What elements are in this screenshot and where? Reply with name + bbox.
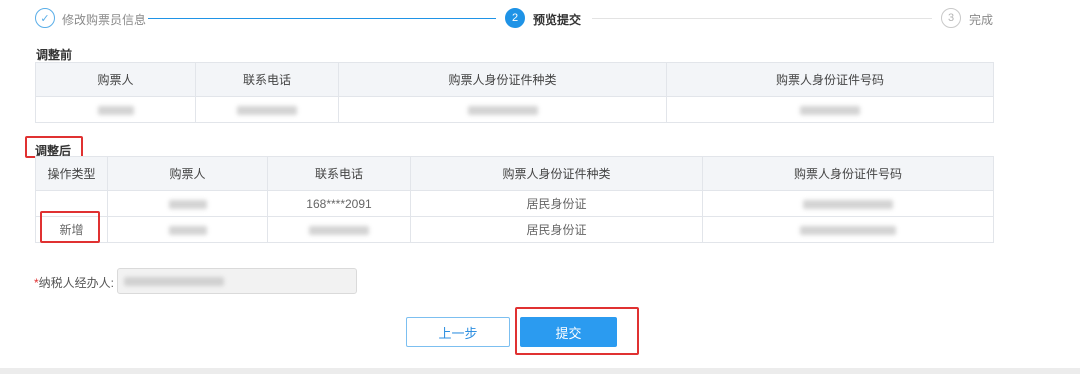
cell-phone-redacted (267, 216, 411, 243)
col-buyer: 购票人 (35, 62, 196, 97)
agent-label: *纳税人经办人: (34, 274, 114, 291)
cell-id-type: 居民身份证 (410, 190, 703, 217)
col-id-type: 购票人身份证件种类 (338, 62, 667, 97)
step-3-number: 3 (941, 8, 961, 28)
cell-buyer-redacted (107, 190, 268, 217)
cell-phone: 168****2091 (267, 190, 411, 217)
col-buyer: 购票人 (107, 156, 268, 191)
step-connector-2 (592, 18, 932, 19)
before-header-row: 购票人 联系电话 购票人身份证件种类 购票人身份证件号码 (35, 62, 994, 97)
step-3-label: 完成 (969, 13, 994, 27)
previous-step-button[interactable]: 上一步 (406, 317, 510, 347)
agent-input[interactable] (117, 268, 357, 294)
submit-highlight (515, 307, 639, 355)
cell-id-number-redacted (666, 96, 994, 123)
col-phone: 联系电话 (267, 156, 411, 191)
after-header-row: 操作类型 购票人 联系电话 购票人身份证件种类 购票人身份证件号码 (35, 156, 994, 191)
step-2-number: 2 (505, 8, 525, 28)
footer-divider (0, 368, 1080, 374)
after-title-highlight (25, 136, 83, 158)
step-1-check-icon: ✓ (35, 8, 55, 28)
cell-id-number-redacted (702, 216, 994, 243)
col-id-number: 购票人身份证件号码 (666, 62, 994, 97)
add-operation-highlight (40, 211, 100, 243)
col-id-type: 购票人身份证件种类 (410, 156, 703, 191)
before-section-title: 调整前 (36, 48, 73, 62)
agent-label-text: 纳税人经办人: (38, 276, 115, 290)
cell-phone-redacted (195, 96, 339, 123)
table-row (35, 96, 994, 123)
before-table: 购票人 联系电话 购票人身份证件种类 购票人身份证件号码 (35, 62, 994, 123)
cell-id-number-redacted (702, 190, 994, 217)
cell-buyer-redacted (107, 216, 268, 243)
col-id-number: 购票人身份证件号码 (702, 156, 994, 191)
step-connector-1 (148, 18, 496, 19)
cell-id-type: 居民身份证 (410, 216, 703, 243)
table-row: 168****2091 居民身份证 (35, 190, 994, 217)
agent-value-redacted (124, 277, 224, 286)
col-phone: 联系电话 (195, 62, 339, 97)
cell-id-type-redacted (338, 96, 667, 123)
col-operation-type: 操作类型 (35, 156, 108, 191)
step-1-label: 修改购票员信息 (62, 13, 147, 27)
after-table: 操作类型 购票人 联系电话 购票人身份证件种类 购票人身份证件号码 168***… (35, 156, 994, 243)
step-2-label: 预览提交 (533, 13, 582, 27)
cell-buyer-redacted (35, 96, 196, 123)
table-row: 新增 居民身份证 (35, 216, 994, 243)
